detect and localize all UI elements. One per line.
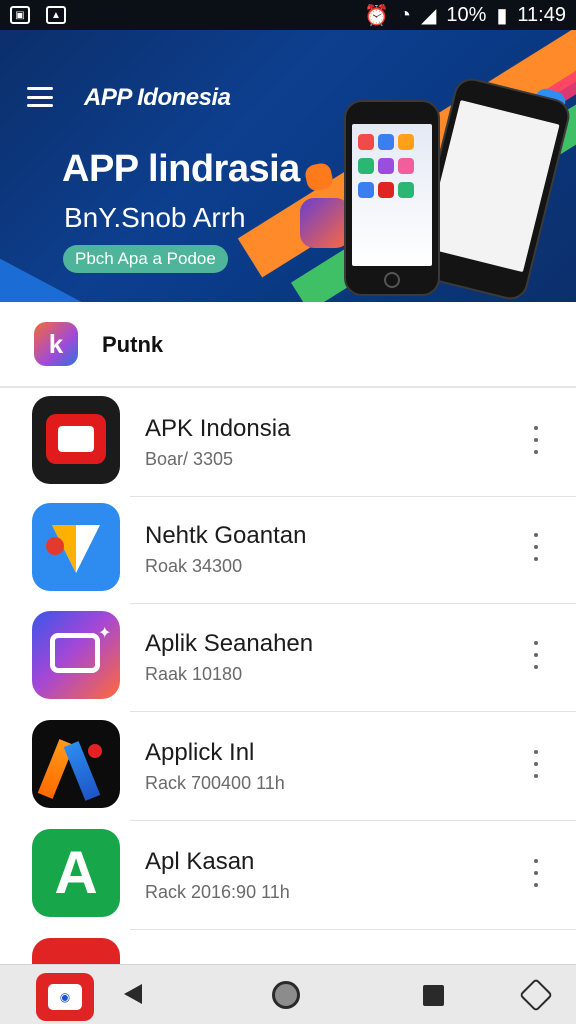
mini-app-tile: [398, 134, 414, 150]
app-meta: Raak 10180: [145, 664, 243, 684]
mini-app-tile: [398, 182, 414, 198]
banner-title: APP lindrasia: [62, 148, 300, 190]
gallery-icon: ▲: [46, 6, 66, 24]
floating-app-icon: [300, 198, 350, 248]
arrow-a-icon: [32, 720, 120, 808]
banner-subtitle: BnY.Snob Arrh: [64, 202, 246, 233]
gradient-d-icon: ✦: [32, 611, 120, 699]
mini-app-tile: [358, 134, 374, 150]
list-item[interactable]: [0, 938, 576, 964]
app-shortcut-icon[interactable]: ◉: [36, 973, 94, 1021]
phone-mockup-front: [344, 100, 440, 296]
alarm-icon: ⏰: [363, 4, 389, 27]
divider: [130, 929, 576, 930]
hero-banner[interactable]: APP Idonesia APP lindrasia BnY.Snob Arrh…: [0, 30, 576, 302]
red-app-icon: [32, 938, 120, 964]
back-icon[interactable]: [124, 984, 142, 1004]
phone-home-button: [384, 272, 400, 288]
more-options-icon[interactable]: [526, 533, 546, 561]
home-icon[interactable]: [272, 981, 300, 1009]
image-icon: ▣: [10, 6, 30, 24]
status-left-icons: ▣ ▲: [10, 6, 66, 24]
app-meta: Rack 700400 11h: [145, 773, 285, 793]
time: 11:49: [517, 3, 566, 26]
mini-app-tile: [398, 158, 414, 174]
list-item[interactable]: ✦ Aplik Seanahen Raak 10180: [0, 611, 576, 719]
menu-button[interactable]: [27, 87, 53, 107]
mini-app-tile: [378, 182, 394, 198]
drive-like-icon: [32, 503, 120, 591]
divider: [130, 496, 576, 497]
more-options-icon[interactable]: [526, 426, 546, 454]
list-item[interactable]: APK Indonsia Boar/ 3305: [0, 396, 576, 504]
app-meta: Rack 2016:90 11h: [145, 882, 290, 902]
divider: [130, 711, 576, 712]
divider: [130, 820, 576, 821]
list-item[interactable]: Nehtk Goantan Roak 34300: [0, 503, 576, 611]
green-a-icon: A: [32, 829, 120, 917]
mini-app-tile: [378, 158, 394, 174]
mini-app-tile: [358, 158, 374, 174]
divider: [130, 603, 576, 604]
phone-screen: [352, 124, 432, 266]
app-name: Nehtk Goantan: [145, 522, 307, 549]
mini-app-tile: [358, 182, 374, 198]
more-options-icon[interactable]: [526, 750, 546, 778]
app-meta: Roak 34300: [145, 556, 243, 576]
section-logo-icon: k: [34, 322, 78, 366]
app-name: APK Indonsia: [145, 415, 291, 442]
signal-icon: ◢: [420, 4, 437, 27]
list-item[interactable]: A Apl Kasan Rack 2016:90 11h: [0, 829, 576, 937]
banner-cta-button[interactable]: Pbch Apa a Podoe: [63, 245, 228, 273]
more-options-icon[interactable]: [526, 859, 546, 887]
status-right: ⏰ ◔ ◢ 10% ▮ 11:49: [364, 3, 566, 28]
app-name: Apl Kasan: [145, 848, 255, 875]
app-meta: Boar/ 3305: [145, 449, 234, 469]
mini-app-tile: [378, 134, 394, 150]
more-options-icon[interactable]: [526, 641, 546, 669]
list-item[interactable]: Applick Inl Rack 700400 11h: [0, 720, 576, 828]
section-header[interactable]: k: [0, 302, 576, 388]
status-bar: ▣ ▲ ⏰ ◔ ◢ 10% ▮ 11:49: [0, 0, 576, 30]
battery-icon: ▮: [496, 4, 508, 27]
battery-percent: 10%: [446, 3, 487, 26]
app-name: Aplik Seanahen: [145, 630, 314, 657]
recent-apps-icon[interactable]: [423, 985, 444, 1006]
app-shortcut-inner: ◉: [48, 984, 82, 1010]
app-name: Applick Inl: [145, 739, 255, 766]
wifi-icon: ◔: [398, 3, 411, 26]
section-title: Putnk: [102, 332, 164, 357]
brand-name: APP Idonesia: [84, 84, 231, 111]
apk-red-icon: [32, 396, 120, 484]
